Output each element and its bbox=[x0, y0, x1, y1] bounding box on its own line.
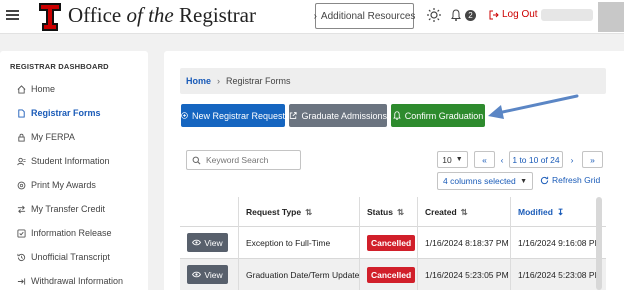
withdraw-icon bbox=[17, 277, 26, 285]
table-header: Request Type ⇅ Status ⇅ Created ⇅ Modified ↧ bbox=[180, 197, 606, 227]
checklist-icon bbox=[17, 228, 26, 238]
menu-icon[interactable] bbox=[6, 10, 19, 20]
cell-request-type: Exception to Full-Time bbox=[246, 238, 331, 248]
additional-resources-button[interactable]: › Additional Resources bbox=[313, 3, 415, 29]
table-row: View Graduation Date/Term Update Cancell… bbox=[180, 259, 606, 290]
bell-icon bbox=[392, 111, 401, 120]
column-header-created[interactable]: Created ⇅ bbox=[425, 197, 468, 227]
sidebar-item-print-my-awards[interactable]: Print My Awards bbox=[17, 177, 96, 193]
page-info: 1 to 10 of 24 bbox=[509, 151, 563, 168]
sidebar-item-registrar-forms[interactable]: Registrar Forms bbox=[17, 105, 101, 121]
column-header-request-type[interactable]: Request Type ⇅ bbox=[246, 197, 312, 227]
avatar[interactable] bbox=[598, 2, 624, 32]
logout-icon bbox=[489, 10, 499, 19]
sort-icon: ⇅ bbox=[396, 206, 405, 217]
confirm-graduation-button[interactable]: Confirm Graduation bbox=[391, 104, 485, 127]
user-icon bbox=[17, 157, 26, 165]
search-icon bbox=[192, 156, 201, 164]
column-header-status[interactable]: Status ⇅ bbox=[367, 197, 404, 227]
sun-icon[interactable] bbox=[427, 8, 441, 22]
cell-modified: 1/16/2024 9:16:08 PM bbox=[518, 238, 602, 248]
office-title: Office of the Registrar bbox=[68, 3, 256, 27]
view-button[interactable]: View bbox=[187, 265, 228, 284]
logout-link[interactable]: Log Out bbox=[489, 9, 538, 20]
award-icon bbox=[17, 181, 26, 189]
graduate-admissions-button[interactable]: Graduate Admissions bbox=[289, 104, 387, 127]
home-icon bbox=[17, 84, 26, 94]
history-icon bbox=[17, 253, 26, 261]
column-divider bbox=[510, 197, 511, 290]
chevron-down-icon: ▼ bbox=[520, 177, 527, 185]
column-divider bbox=[359, 197, 360, 290]
annotation-arrow-icon bbox=[488, 94, 579, 119]
user-name-redacted bbox=[541, 9, 593, 21]
column-divider bbox=[238, 197, 239, 290]
breadcrumb-current: Registrar Forms bbox=[226, 76, 291, 86]
breadcrumb: Home › Registrar Forms bbox=[180, 68, 606, 94]
sidebar-item-my-transfer-credit[interactable]: My Transfer Credit bbox=[17, 201, 105, 217]
requests-table: Request Type ⇅ Status ⇅ Created ⇅ Modified ↧… bbox=[180, 197, 606, 290]
bell-icon[interactable] bbox=[451, 9, 461, 21]
sidebar-item-student-information[interactable]: Student Information bbox=[17, 153, 110, 169]
search-input[interactable] bbox=[206, 155, 294, 165]
breadcrumb-home[interactable]: Home bbox=[186, 76, 211, 86]
external-link-icon bbox=[289, 112, 297, 119]
new-registrar-request-button[interactable]: New Registrar Request bbox=[181, 104, 285, 127]
view-button[interactable]: View bbox=[187, 233, 228, 252]
refresh-grid-button[interactable]: Refresh Grid bbox=[540, 175, 600, 185]
sidebar-item-withdrawal-information[interactable]: Withdrawal Information bbox=[17, 273, 123, 289]
column-divider bbox=[417, 197, 418, 290]
sidebar-item-home[interactable]: Home bbox=[17, 81, 55, 97]
cell-request-type: Graduation Date/Term Update bbox=[246, 270, 360, 280]
sidebar: REGISTRAR DASHBOARD Home Registrar Forms… bbox=[0, 51, 148, 290]
status-badge: Cancelled bbox=[367, 235, 416, 251]
next-page-button[interactable]: › bbox=[565, 151, 579, 168]
top-bar: Office of the Registrar › Additional Res… bbox=[0, 0, 624, 34]
breadcrumb-separator-icon: › bbox=[217, 76, 221, 86]
status-badge: Cancelled bbox=[367, 267, 416, 283]
eye-icon bbox=[192, 271, 202, 278]
eye-icon bbox=[192, 239, 202, 246]
prev-page-button[interactable]: ‹ bbox=[497, 151, 507, 168]
chevron-right-icon: › bbox=[313, 10, 317, 22]
table-scrollbar[interactable] bbox=[596, 197, 602, 290]
last-page-button[interactable]: » bbox=[582, 151, 603, 168]
columns-select[interactable]: 4 columns selected ▼ bbox=[437, 172, 533, 190]
sidebar-item-information-release[interactable]: Information Release bbox=[17, 225, 112, 241]
cell-created: 1/16/2024 5:23:05 PM bbox=[425, 270, 509, 280]
sort-icon: ⇅ bbox=[305, 206, 313, 217]
keyword-search-field[interactable] bbox=[186, 150, 301, 170]
cell-created: 1/16/2024 8:18:37 PM bbox=[425, 238, 509, 248]
sidebar-item-unofficial-transcript[interactable]: Unofficial Transcript bbox=[17, 249, 110, 265]
table-row: View Exception to Full-Time Cancelled 1/… bbox=[180, 227, 606, 259]
page-size-select[interactable]: 10 ▼ bbox=[437, 151, 468, 168]
lock-icon bbox=[18, 133, 25, 142]
sort-icon: ⇅ bbox=[460, 206, 468, 217]
notification-badge: 2 bbox=[465, 10, 476, 21]
sidebar-item-my-ferpa[interactable]: My FERPA bbox=[17, 129, 75, 145]
university-logo bbox=[39, 3, 61, 31]
main-panel: Home › Registrar Forms New Registrar Req… bbox=[164, 51, 624, 290]
cell-modified: 1/16/2024 5:23:08 PM bbox=[518, 270, 602, 280]
document-icon bbox=[18, 108, 25, 118]
column-header-modified[interactable]: Modified ↧ bbox=[518, 197, 564, 227]
transfer-icon bbox=[17, 205, 26, 213]
chevron-down-icon: ▼ bbox=[455, 156, 463, 163]
sort-descending-icon: ↧ bbox=[556, 206, 565, 217]
sidebar-title: REGISTRAR DASHBOARD bbox=[10, 62, 109, 71]
refresh-icon bbox=[540, 176, 549, 184]
first-page-button[interactable]: « bbox=[474, 151, 495, 168]
plus-circle-icon bbox=[181, 112, 188, 119]
